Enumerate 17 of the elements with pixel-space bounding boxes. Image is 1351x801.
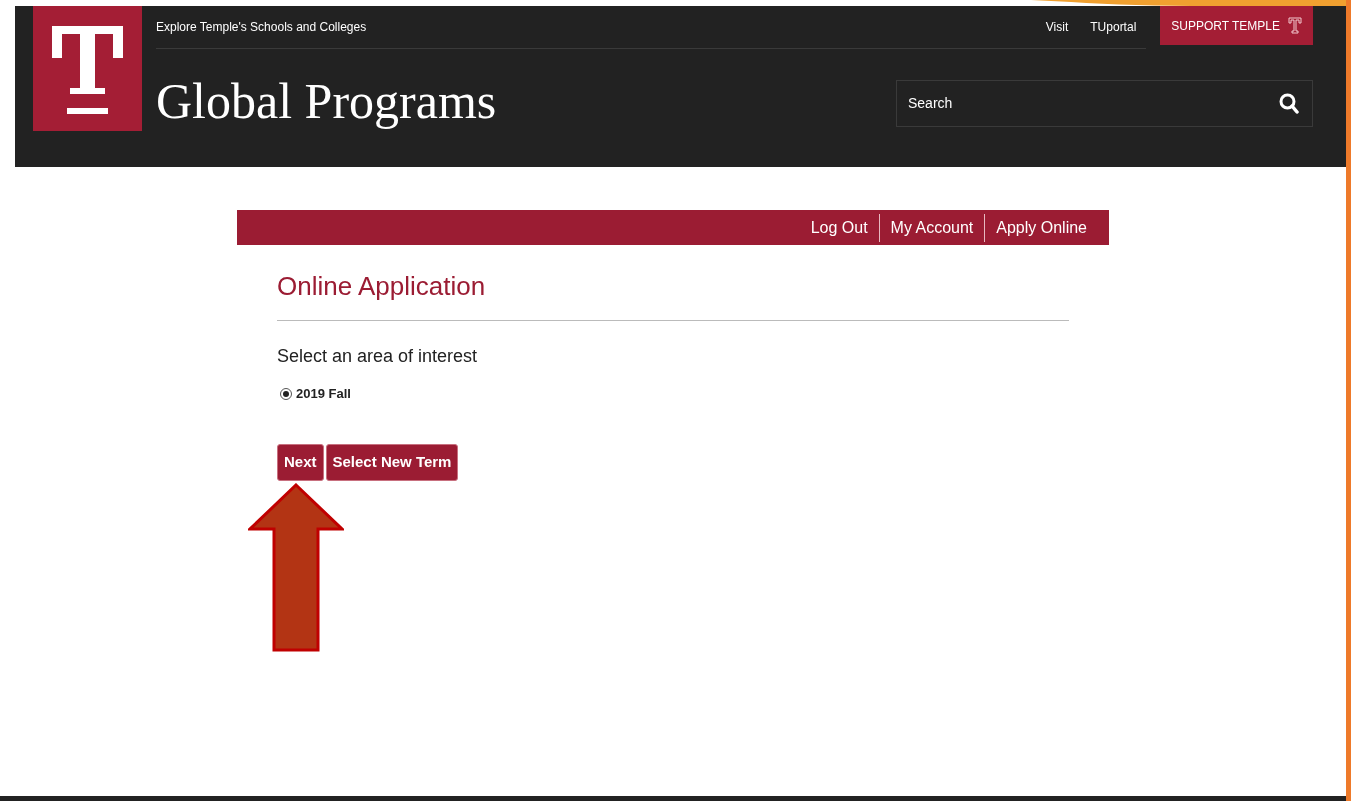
option-label[interactable]: 2019 Fall [296, 384, 351, 404]
radio-button[interactable] [280, 387, 292, 400]
form-button[interactable]: Next [277, 443, 324, 481]
utility-link[interactable]: Visit [1045, 18, 1069, 36]
nav-link[interactable]: Apply Online [985, 215, 1098, 240]
explore-link[interactable]: Explore Temple's Schools and Colleges [156, 18, 367, 36]
logo[interactable] [33, 6, 142, 131]
search-icon[interactable] [1279, 92, 1299, 115]
form-button[interactable]: Select New Term [325, 443, 459, 481]
logo-icon [1288, 17, 1302, 34]
utility-link[interactable]: TUportal [1090, 18, 1137, 36]
page-title: Online Application [277, 270, 487, 303]
nav-link[interactable]: Log Out [799, 215, 879, 240]
search-field[interactable]: Search [896, 79, 1313, 127]
support-button[interactable]: SUPPORT TEMPLE [1160, 6, 1313, 45]
nav-link[interactable]: My Account [879, 215, 985, 240]
prompt-text: Select an area of interest [277, 345, 479, 368]
